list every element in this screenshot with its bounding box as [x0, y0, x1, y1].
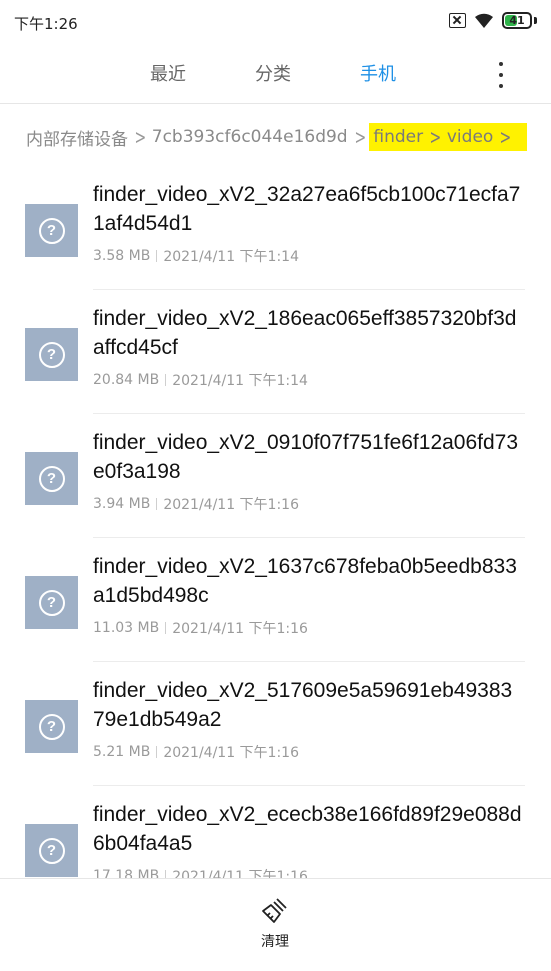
file-date: 2021/4/11 下午1:16: [172, 621, 308, 637]
chevron-right-icon: >: [499, 125, 512, 149]
file-meta: 11.03 MB 2021/4/11 下午1:16: [93, 618, 308, 638]
clean-label: 清理: [261, 934, 289, 950]
file-size: 20.84 MB: [93, 372, 160, 388]
file-date: 2021/4/11 下午1:14: [172, 373, 308, 389]
header-divider: [0, 103, 551, 104]
more-vertical-icon[interactable]: [491, 60, 511, 90]
chevron-right-icon: >: [354, 125, 366, 149]
file-name: finder_video_xV2_1637c678feba0b5eedb833a…: [93, 555, 517, 607]
tab-phone[interactable]: 手机: [360, 60, 396, 86]
file-size: 3.58 MB: [93, 248, 151, 264]
file-item[interactable]: ? finder_video_xV2_0910f07f751fe6f12a06f…: [0, 414, 551, 538]
unknown-file-icon: ?: [25, 452, 78, 505]
file-list: ? finder_video_xV2_32a27ea6f5cb100c71ecf…: [0, 166, 551, 910]
unknown-file-icon: ?: [25, 576, 78, 629]
file-item[interactable]: ? finder_video_xV2_1637c678feba0b5eedb83…: [0, 538, 551, 662]
question-mark-icon: ?: [38, 713, 65, 740]
file-name: finder_video_xV2_32a27ea6f5cb100c71ecfa7…: [93, 183, 521, 235]
unknown-file-icon: ?: [25, 204, 78, 257]
wifi-icon: [474, 13, 494, 29]
file-size: 5.21 MB: [93, 744, 151, 760]
question-mark-icon: ?: [38, 837, 65, 864]
chevron-right-icon: >: [429, 125, 442, 149]
unknown-file-icon: ?: [25, 328, 78, 381]
tab-bar: 最近 分类 手机: [0, 52, 551, 98]
question-mark-icon: ?: [38, 341, 65, 368]
file-date: 2021/4/11 下午1:16: [163, 497, 299, 513]
breadcrumb-video[interactable]: video: [447, 127, 493, 147]
tab-recent[interactable]: 最近: [150, 60, 186, 86]
file-name: finder_video_xV2_186eac065eff3857320bf3d…: [93, 307, 517, 359]
unknown-file-icon: ?: [25, 700, 78, 753]
battery-level: 41: [509, 14, 525, 27]
file-size: 3.94 MB: [93, 496, 151, 512]
file-item[interactable]: ? finder_video_xV2_32a27ea6f5cb100c71ecf…: [0, 166, 551, 290]
question-mark-icon: ?: [38, 217, 65, 244]
breadcrumb-folder-id[interactable]: 7cb393cf6c044e16d9d: [152, 127, 348, 147]
clean-button[interactable]: 清理: [244, 895, 306, 955]
bottom-bar: 清理: [0, 878, 551, 971]
file-size: 11.03 MB: [93, 620, 160, 636]
breadcrumb-highlight: finder > video >: [369, 123, 528, 151]
file-meta: 3.58 MB 2021/4/11 下午1:14: [93, 246, 299, 266]
breadcrumb-internal-storage[interactable]: 内部存储设备: [26, 125, 128, 150]
file-name: finder_video_xV2_ececb38e166fd89f29e088d…: [93, 803, 522, 855]
tab-category[interactable]: 分类: [255, 60, 291, 86]
no-sim-icon: [449, 13, 466, 28]
file-item[interactable]: ? finder_video_xV2_186eac065eff3857320bf…: [0, 290, 551, 414]
question-mark-icon: ?: [38, 465, 65, 492]
status-icons: 41: [449, 12, 537, 29]
file-meta: 3.94 MB 2021/4/11 下午1:16: [93, 494, 299, 514]
status-time: 下午1:26: [14, 15, 78, 33]
file-meta: 5.21 MB 2021/4/11 下午1:16: [93, 742, 299, 762]
file-item[interactable]: ? finder_video_xV2_517609e5a59691eb49383…: [0, 662, 551, 786]
file-meta: 20.84 MB 2021/4/11 下午1:14: [93, 370, 308, 390]
battery-icon: 41: [502, 12, 532, 29]
file-name: finder_video_xV2_0910f07f751fe6f12a06fd7…: [93, 431, 519, 483]
file-date: 2021/4/11 下午1:14: [163, 249, 299, 265]
breadcrumb-finder[interactable]: finder: [373, 127, 423, 147]
unknown-file-icon: ?: [25, 824, 78, 877]
file-date: 2021/4/11 下午1:16: [163, 745, 299, 761]
breadcrumb: 内部存储设备 > 7cb393cf6c044e16d9d > finder > …: [26, 122, 528, 152]
chevron-right-icon: >: [134, 125, 147, 149]
broom-icon: [260, 895, 290, 925]
question-mark-icon: ?: [38, 589, 65, 616]
status-bar: 下午1:26 41: [0, 0, 551, 46]
file-name: finder_video_xV2_517609e5a59691eb4938379…: [93, 679, 513, 731]
